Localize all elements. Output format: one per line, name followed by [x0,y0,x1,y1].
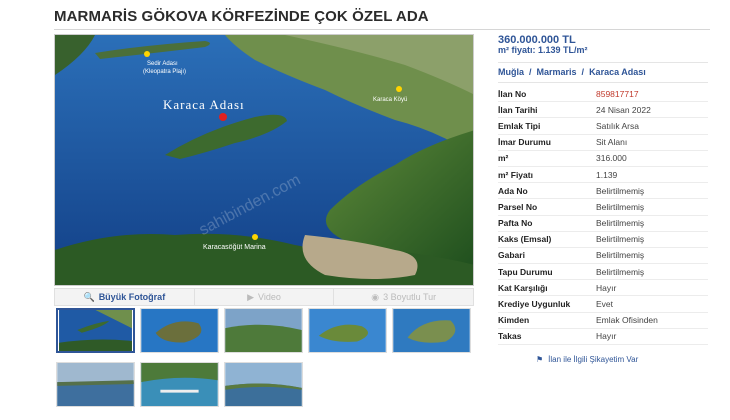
detail-key: Pafta No [498,218,533,229]
koyu-pin-icon [396,86,402,92]
detail-row: Emlak Tipi Satılık Arsa [498,118,708,135]
detail-row: İlan No 859817717 [498,86,708,103]
detail-value: Hayır [596,282,617,293]
detail-row: Parsel No Belirtilmemiş [498,199,708,216]
thumbnail-6[interactable] [56,362,135,407]
m2-price: m² fiyatı: 1.139 TL/m² [498,45,588,55]
detail-row: Krediye Uygunluk Evet [498,296,708,313]
detail-key: Kat Karşılığı [498,282,548,293]
breadcrumb: Muğla / Marmaris / Karaca Adası [498,67,646,77]
detail-value: Sit Alanı [596,137,628,148]
karaca-label: Karaca Adası [163,97,245,112]
camera-icon: ◉ [371,291,380,302]
detail-value: 859817717 [596,88,639,99]
detail-row: Ada No Belirtilmemiş [498,183,708,200]
title-divider [54,29,710,30]
detail-row: İlan Tarihi 24 Nisan 2022 [498,102,708,119]
listing-title: MARMARİS GÖKOVA KÖRFEZİNDE ÇOK ÖZEL ADA [54,8,429,25]
detail-value: Belirtilmemiş [596,201,645,212]
breadcrumb-area[interactable]: Karaca Adası [589,67,646,77]
play-icon: ▶ [247,291,255,302]
breadcrumb-district[interactable]: Marmaris [537,67,577,77]
detail-key: İmar Durumu [498,137,551,148]
divider [498,82,708,83]
detail-row: m² Fiyatı 1.139 [498,167,708,184]
thumbnail-8[interactable] [224,362,303,407]
tab-video: ▶ Video [195,289,335,305]
detail-value: Belirtilmemiş [596,266,645,277]
detail-value: 1.139 [596,169,618,180]
detail-key: m² [498,153,509,164]
detail-row: Tapu Durumu Belirtilmemiş [498,264,708,281]
detail-value: Belirtilmemiş [596,250,645,261]
detail-key: İlan No [498,88,527,99]
detail-value: Evet [596,299,614,310]
tab-3d-tour: ◉ 3 Boyutlu Tur [371,291,437,303]
thumbnail-7[interactable] [140,362,219,407]
thumbnail-1[interactable] [56,308,135,353]
detail-value: Emlak Ofisinden [596,315,658,326]
thumbnail-5[interactable] [392,308,471,353]
detail-key: m² Fiyatı [498,169,533,180]
detail-key: Kaks (Emsal) [498,234,552,245]
thumbnail-4[interactable] [308,308,387,353]
detail-key: Emlak Tipi [498,120,541,131]
detail-row: Pafta No Belirtilmemiş [498,216,708,232]
photo-tabs: 🔍 Büyük Fotoğraf ▶ Video ◉ 3 Boyutlu Tur [54,288,474,306]
detail-value: 24 Nisan 2022 [596,104,651,115]
detail-key: Kimden [498,315,530,326]
complain-link[interactable]: ⚑ İlan ile İlgili Şikayetim Var [536,355,638,364]
detail-value: Belirtilmemiş [596,234,645,245]
divider [498,62,708,63]
detail-row: m² 316.000 [498,151,708,167]
aerial-map-image: Sedir Adası (Kleopatra Plajı) Karaca Ada… [55,35,473,285]
marina-label: Karacasöğüt Marina [203,244,266,251]
detail-row: Kimden Emlak Ofisinden [498,313,708,329]
thumbnail-2[interactable] [140,308,219,353]
detail-row: Gabari Belirtilmemiş [498,248,708,265]
marina-pin-icon [252,234,258,240]
main-photo[interactable]: Sedir Adası (Kleopatra Plajı) Karaca Ada… [54,34,474,286]
detail-row: Kaks (Emsal) Belirtilmemiş [498,232,708,248]
detail-key: Parsel No [498,201,538,212]
detail-value: Satılık Arsa [596,120,639,131]
detail-value: Belirtilmemiş [596,185,645,196]
detail-value: Belirtilmemiş [596,218,645,229]
karaca-pin-icon [219,113,227,121]
detail-key: Takas [498,331,522,342]
detail-key: Krediye Uygunluk [498,299,571,310]
search-icon: 🔍 [83,291,95,302]
detail-row: Takas Hayır [498,329,708,345]
detail-key: Gabari [498,250,525,261]
sedir-label: Sedir Adası [147,61,178,67]
details-table: İlan No 859817717 İlan Tarihi 24 Nisan 2022… [498,86,708,345]
sedir-pin-icon [144,51,150,57]
breadcrumb-city[interactable]: Muğla [498,67,524,77]
detail-key: Ada No [498,185,528,196]
tab-large-photo[interactable]: 🔍 Büyük Fotoğraf [55,289,195,305]
sedir-sublabel: (Kleopatra Plajı) [143,69,186,75]
karaca-koyu-label: Karaca Köyü [373,97,407,103]
detail-key: İlan Tarihi [498,104,538,115]
detail-row: İmar Durumu Sit Alanı [498,135,708,151]
detail-key: Tapu Durumu [498,266,553,277]
detail-row: Kat Karşılığı Hayır [498,280,708,297]
detail-value: 316.000 [596,153,627,164]
flag-icon: ⚑ [536,355,544,364]
thumbnail-3[interactable] [224,308,303,353]
detail-value: Hayır [596,331,617,342]
